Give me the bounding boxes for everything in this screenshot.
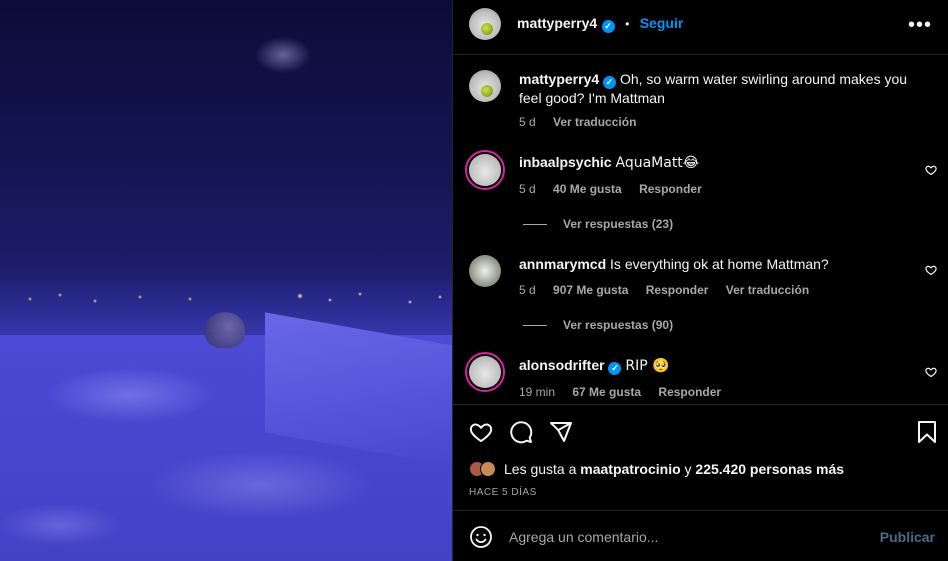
translate-link[interactable]: Ver traducción bbox=[553, 115, 636, 129]
view-replies-label: Ver respuestas (23) bbox=[563, 217, 674, 231]
city-lights bbox=[0, 287, 452, 311]
like-comment-icon[interactable] bbox=[925, 264, 937, 276]
liked-by-username[interactable]: maatpatrocinio bbox=[580, 461, 680, 477]
author-avatar[interactable] bbox=[469, 70, 501, 102]
comment-username[interactable]: inbaalpsychic bbox=[519, 154, 612, 170]
translate-link[interactable]: Ver traducción bbox=[726, 283, 809, 297]
comment-likes[interactable]: 907 Me gusta bbox=[553, 283, 628, 297]
comment-username[interactable]: annmarymcd bbox=[519, 256, 606, 272]
comment-input[interactable] bbox=[509, 526, 869, 548]
more-options-icon[interactable]: ••• bbox=[908, 14, 932, 37]
likes-prefix: Les gusta a bbox=[504, 461, 577, 477]
comment-time: 5 d bbox=[519, 283, 536, 297]
like-comment-icon[interactable] bbox=[925, 164, 937, 176]
person-in-pool bbox=[205, 312, 245, 348]
comment-text: Is everything ok at home Mattman? bbox=[610, 256, 829, 272]
like-comment-icon[interactable] bbox=[925, 366, 937, 378]
commenter-avatar[interactable] bbox=[465, 352, 505, 392]
post-header: mattyperry4 ✓ • Seguir ••• bbox=[453, 0, 948, 55]
comment-likes[interactable]: 40 Me gusta bbox=[553, 182, 622, 196]
follow-button[interactable]: Seguir bbox=[640, 15, 684, 31]
commenter-avatar[interactable] bbox=[465, 150, 505, 190]
replies-divider bbox=[523, 224, 547, 226]
comment-likes[interactable]: 67 Me gusta bbox=[572, 385, 641, 399]
bookmark-icon[interactable] bbox=[915, 420, 939, 444]
comment-username[interactable]: alonsodrifter bbox=[519, 357, 605, 373]
caption-username[interactable]: mattyperry4 bbox=[519, 71, 599, 87]
author-username[interactable]: mattyperry4 bbox=[517, 15, 597, 31]
verified-badge-icon: ✓ bbox=[608, 362, 622, 375]
post-side-panel: mattyperry4 ✓ • Seguir ••• mattyperry4 ✓… bbox=[452, 0, 948, 561]
comment-composer: Publicar bbox=[453, 512, 948, 561]
separator-dot: • bbox=[625, 17, 630, 31]
comment-time: 5 d bbox=[519, 182, 536, 196]
verified-badge-icon: ✓ bbox=[601, 20, 615, 33]
likes-summary: Les gusta a maatpatrocinio y 225.420 per… bbox=[469, 461, 844, 477]
comments-list[interactable]: mattyperry4 ✓ Oh, so warm water swirling… bbox=[453, 56, 948, 404]
commenter-avatar[interactable] bbox=[469, 255, 501, 287]
reply-button[interactable]: Responder bbox=[646, 283, 709, 297]
verified-badge-icon: ✓ bbox=[603, 76, 617, 89]
comment-time: 19 min bbox=[519, 385, 556, 399]
author-avatar[interactable] bbox=[469, 8, 501, 40]
others-count[interactable]: 225.420 personas más bbox=[695, 461, 844, 477]
post-date: HACE 5 DÍAS bbox=[469, 487, 537, 498]
reply-button[interactable]: Responder bbox=[658, 385, 721, 399]
liker-avatar[interactable] bbox=[480, 461, 496, 477]
likes-conj: y bbox=[684, 461, 692, 477]
post-actions: Les gusta a maatpatrocinio y 225.420 per… bbox=[453, 404, 948, 511]
comment-text: RIP 🥺 bbox=[625, 358, 670, 374]
post-photo[interactable] bbox=[0, 0, 452, 561]
heart-icon[interactable] bbox=[469, 420, 493, 444]
comment-icon[interactable] bbox=[509, 420, 533, 444]
view-replies-link[interactable]: Ver respuestas (90) bbox=[523, 318, 673, 332]
view-replies-link[interactable]: Ver respuestas (23) bbox=[523, 217, 673, 231]
reply-button[interactable]: Responder bbox=[639, 182, 702, 196]
publish-button[interactable]: Publicar bbox=[880, 529, 935, 545]
replies-divider bbox=[523, 325, 547, 327]
emoji-icon[interactable] bbox=[469, 525, 493, 549]
caption-time: 5 d bbox=[519, 115, 536, 129]
view-replies-label: Ver respuestas (90) bbox=[563, 318, 674, 332]
share-icon[interactable] bbox=[549, 420, 573, 444]
comment-text: AquaMatt😂 bbox=[615, 155, 700, 171]
